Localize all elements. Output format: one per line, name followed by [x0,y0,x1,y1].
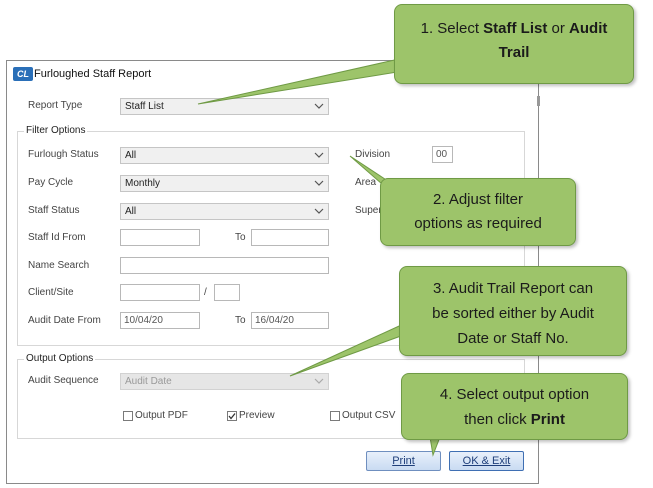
callout-2-line-1: 2. Adjust filter [432,191,524,208]
callout-1-bold-audit: Audit [569,20,608,37]
pay-cycle-value: Monthly [125,178,161,189]
callout-3-line-1: 3. Audit Trail Report can [432,280,594,297]
furlough-status-label: Furlough Status [28,149,99,160]
callout-2-line-2: options as required [414,215,542,232]
furlough-status-select[interactable]: All [120,147,329,164]
ok-exit-button[interactable]: OK & Exit [449,451,524,471]
filter-options-label: Filter Options [24,125,88,136]
checkmark-icon [228,413,236,420]
preview-checkbox[interactable] [227,411,237,421]
callout-1-text: 1. Select [420,20,484,37]
staff-status-label: Staff Status [28,205,80,216]
pay-cycle-select[interactable]: Monthly [120,175,329,192]
callout-2: 2. Adjust filter options as required [380,178,576,246]
furlough-status-value: All [125,150,137,161]
chevron-down-icon [314,103,324,109]
app-logo-icon: CL [13,67,33,81]
audit-date-to-label: To [235,315,246,326]
chevron-down-icon [314,180,324,186]
division-input[interactable]: 00 [432,146,453,163]
audit-date-from-input[interactable]: 10/04/20 [120,312,200,329]
output-pdf-checkbox[interactable] [123,411,133,421]
audit-sequence-value: Audit Date [125,376,172,387]
staff-status-select[interactable]: All [120,203,329,220]
chevron-down-icon [314,378,324,384]
output-csv-label: Output CSV [342,410,396,421]
callout-4-line-1: 4. Select output option [439,386,590,403]
callout-3: 3. Audit Trail Report can be sorted eith… [399,266,627,356]
scroll-marker [537,96,540,106]
audit-date-to-input[interactable]: 16/04/20 [251,312,329,329]
area-label: Area [355,177,377,188]
callout-3-line-3: Date or Staff No. [457,330,569,347]
report-type-label: Report Type [28,100,83,111]
audit-sequence-select[interactable]: Audit Date [120,373,329,390]
report-type-value: Staff List [125,101,164,112]
client-site-separator: / [204,287,207,298]
callout-1-bold-staff-list: Staff List [483,20,548,37]
audit-sequence-label: Audit Sequence [28,375,99,386]
staff-id-to-input[interactable] [251,229,329,246]
site-input[interactable] [214,284,240,301]
staff-id-from-label: Staff Id From [28,232,86,243]
callout-4-text: then click [464,411,531,428]
name-search-label: Name Search [28,260,90,271]
preview-label: Preview [239,410,275,421]
report-type-select[interactable]: Staff List [120,98,329,115]
division-label: Division [355,149,391,160]
staff-id-from-input[interactable] [120,229,200,246]
output-pdf-label: Output PDF [135,410,188,421]
print-button[interactable]: Print [366,451,441,471]
callout-1-or: or [547,20,570,37]
client-site-label: Client/Site [28,287,74,298]
chevron-down-icon [314,152,324,158]
supervisor-label: Super [355,205,382,216]
callout-4: 4. Select output option then click Print [401,373,628,440]
chevron-down-icon [314,208,324,214]
staff-id-to-label: To [235,232,246,243]
callout-3-line-2: be sorted either by Audit [432,305,594,322]
client-input[interactable] [120,284,200,301]
staff-status-value: All [125,206,137,217]
output-options-label: Output Options [24,353,96,364]
callout-1-bold-trail: Trail [498,44,530,61]
name-search-input[interactable] [120,257,329,274]
callout-4-bold-print: Print [530,411,565,428]
callout-1: 1. Select Staff List or Audit Trail [394,4,634,84]
output-csv-checkbox[interactable] [330,411,340,421]
window-title: Furloughed Staff Report [34,68,152,80]
pay-cycle-label: Pay Cycle [28,177,74,188]
audit-date-from-label: Audit Date From [28,315,101,326]
